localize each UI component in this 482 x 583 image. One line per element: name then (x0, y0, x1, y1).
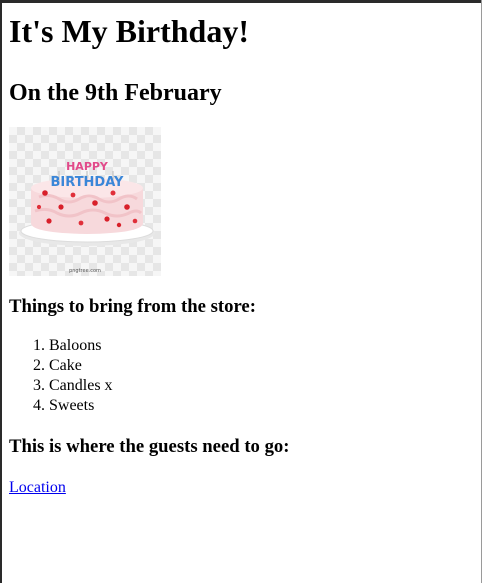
birthday-cake-image: HAPPY BIRTHDAY pngtree.com (9, 127, 161, 276)
list-item: Sweets (49, 396, 469, 416)
window-left-border (0, 0, 2, 583)
shopping-heading: Things to bring from the store: (9, 296, 256, 317)
list-item: Baloons (49, 336, 469, 356)
image-watermark: pngtree.com (69, 268, 101, 274)
list-item: Cake (49, 356, 469, 376)
shopping-list: Baloons Cake Candles x Sweets (9, 336, 469, 416)
list-item: Candles x (49, 376, 469, 396)
location-link[interactable]: Location (9, 478, 66, 498)
page-subtitle: On the 9th February (9, 80, 222, 106)
birthday-cake-illustration: HAPPY BIRTHDAY pngtree.com (19, 160, 155, 274)
page-content: It's My Birthday! On the 9th February HA… (9, 3, 469, 498)
page-title: It's My Birthday! (9, 13, 249, 49)
topper-happy-text: HAPPY (66, 160, 109, 173)
guests-heading: This is where the guests need to go: (9, 436, 290, 457)
topper-birthday-text: BIRTHDAY (51, 175, 125, 190)
